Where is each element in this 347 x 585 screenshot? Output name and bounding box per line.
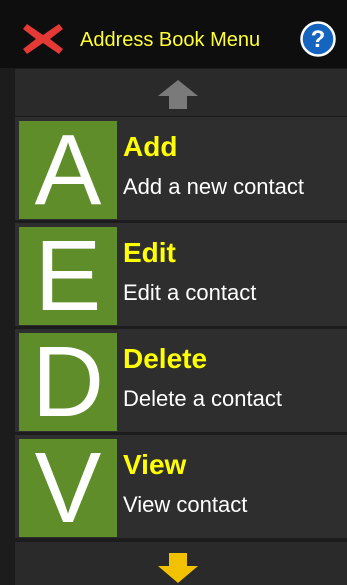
- svg-text:?: ?: [311, 26, 326, 53]
- scroll-down-button[interactable]: [15, 542, 347, 585]
- menu-item-title: Add: [123, 131, 178, 162]
- letter-tile: D: [19, 332, 117, 432]
- menu-item-subtitle: View contact: [123, 492, 248, 517]
- help-icon[interactable]: ?: [300, 21, 336, 57]
- letter-tile: E: [19, 226, 117, 326]
- menu-item-title: Delete: [123, 343, 208, 374]
- menu-item-title: Edit: [123, 237, 176, 268]
- menu-item-view[interactable]: V View View contact: [15, 435, 347, 538]
- menu-item-add[interactable]: A Add Add a new contact: [15, 117, 347, 220]
- letter-tile: A: [19, 120, 117, 220]
- menu-list: A Add Add a new contact E Edit Edit a co…: [15, 117, 347, 541]
- title-bar: Address Book Menu ?: [0, 0, 347, 68]
- menu-item-delete[interactable]: D Delete Delete a contact: [15, 329, 347, 432]
- page-title: Address Book Menu: [80, 29, 261, 51]
- arrow-up-icon: [158, 80, 198, 109]
- menu-item-subtitle: Delete a contact: [123, 386, 282, 411]
- letter-tile: V: [19, 438, 117, 538]
- menu-item-subtitle: Add a new contact: [123, 174, 305, 199]
- menu-item-edit[interactable]: E Edit Edit a contact: [15, 223, 347, 326]
- close-icon[interactable]: [21, 20, 65, 58]
- scroll-up-button[interactable]: [15, 69, 347, 116]
- menu-item-subtitle: Edit a contact: [123, 280, 257, 305]
- menu-item-title: View: [123, 449, 187, 480]
- arrow-down-icon: [158, 553, 198, 583]
